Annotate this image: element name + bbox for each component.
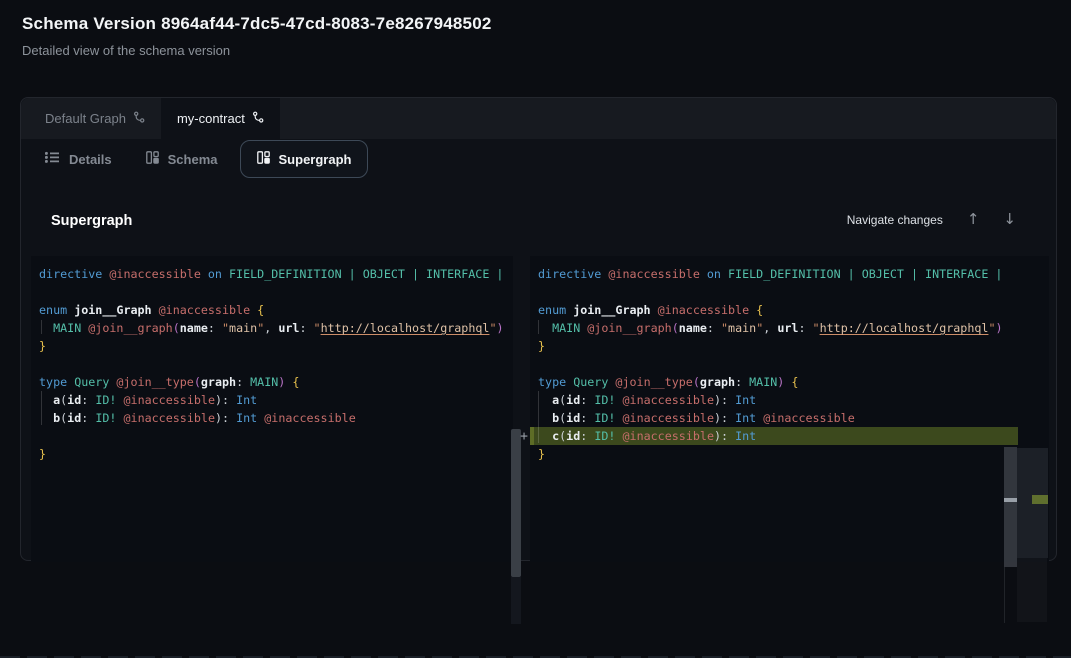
code-line: directive @inaccessible on FIELD_DEFINIT…	[31, 265, 513, 283]
code-line-added: c(id: ID! @inaccessible): Int	[530, 427, 1018, 445]
view-tab-bar: Details Schema Supergraph	[21, 139, 1056, 179]
left-editor-scrollbar-track	[511, 577, 521, 624]
indent-guide	[538, 320, 539, 334]
code-line: }	[530, 337, 1049, 355]
minimap-content-mark	[1004, 498, 1017, 502]
page-subtitle: Detailed view of the schema version	[22, 43, 230, 58]
branch-icon	[252, 111, 264, 126]
diff-editor-right[interactable]: directive @inaccessible on FIELD_DEFINIT…	[530, 256, 1049, 562]
code-line: b(id: ID! @inaccessible): Int @inaccessi…	[31, 409, 513, 427]
tab-details[interactable]: Details	[33, 141, 124, 177]
tab-my-contract[interactable]: my-contract	[161, 98, 280, 139]
navigate-next-button[interactable]: ↓	[1003, 212, 1016, 227]
code-line	[31, 283, 513, 301]
tab-default-graph-label: Default Graph	[45, 111, 126, 126]
panes-icon	[257, 151, 270, 167]
graph-tab-bar: Default Graph my-contract	[21, 98, 1056, 139]
panes-icon	[146, 151, 159, 167]
page-title: Schema Version 8964af44-7dc5-47cd-8083-7…	[22, 14, 492, 34]
code-line: MAIN @join__graph(name: "main", url: "ht…	[530, 319, 1049, 337]
tab-schema[interactable]: Schema	[134, 141, 230, 177]
code-line: b(id: ID! @inaccessible): Int @inaccessi…	[530, 409, 1049, 427]
code-line: }	[31, 337, 513, 355]
minimap-track	[1017, 558, 1047, 622]
indent-guide	[538, 391, 539, 443]
tab-details-label: Details	[69, 152, 112, 167]
navigate-prev-button[interactable]: ↑	[967, 212, 980, 227]
diff-editor-left[interactable]: directive @inaccessible on FIELD_DEFINIT…	[31, 256, 513, 562]
indent-guide	[41, 320, 42, 334]
code-line: }	[31, 445, 513, 463]
code-left: directive @inaccessible on FIELD_DEFINIT…	[31, 265, 513, 463]
code-line: enum join__Graph @inaccessible {	[31, 301, 513, 319]
branch-icon	[133, 111, 145, 126]
code-line: }	[530, 445, 1049, 463]
navigate-changes: Navigate changes ↑ ↓	[847, 212, 1016, 227]
code-line: a(id: ID! @inaccessible): Int	[31, 391, 513, 409]
left-editor-scrollbar-thumb[interactable]	[511, 429, 521, 577]
navigate-changes-label: Navigate changes	[847, 213, 943, 227]
schema-version-card: Default Graph my-contract	[20, 97, 1057, 561]
code-line	[530, 355, 1049, 373]
minimap-edge-line	[1004, 567, 1005, 623]
code-line: type Query @join__type(graph: MAIN) {	[530, 373, 1049, 391]
tab-default-graph[interactable]: Default Graph	[29, 98, 161, 139]
diff-added-marker: +	[517, 427, 531, 445]
tab-my-contract-label: my-contract	[177, 111, 245, 126]
code-line: type Query @join__type(graph: MAIN) {	[31, 373, 513, 391]
tab-schema-label: Schema	[168, 152, 218, 167]
list-icon	[45, 151, 60, 167]
tab-supergraph[interactable]: Supergraph	[240, 140, 369, 178]
code-line: MAIN @join__graph(name: "main", url: "ht…	[31, 319, 513, 337]
panel-title: Supergraph	[51, 213, 132, 229]
code-line	[530, 283, 1049, 301]
minimap-viewport[interactable]	[1004, 447, 1017, 567]
tab-supergraph-label: Supergraph	[279, 152, 352, 167]
code-line	[31, 355, 513, 373]
code-line: directive @inaccessible on FIELD_DEFINIT…	[530, 265, 1049, 283]
indent-guide	[41, 391, 42, 425]
minimap-added-mark	[1032, 495, 1048, 504]
diff-spacer-line	[31, 427, 513, 445]
code-line: enum join__Graph @inaccessible {	[530, 301, 1049, 319]
code-right: directive @inaccessible on FIELD_DEFINIT…	[530, 265, 1049, 463]
code-line: a(id: ID! @inaccessible): Int	[530, 391, 1049, 409]
